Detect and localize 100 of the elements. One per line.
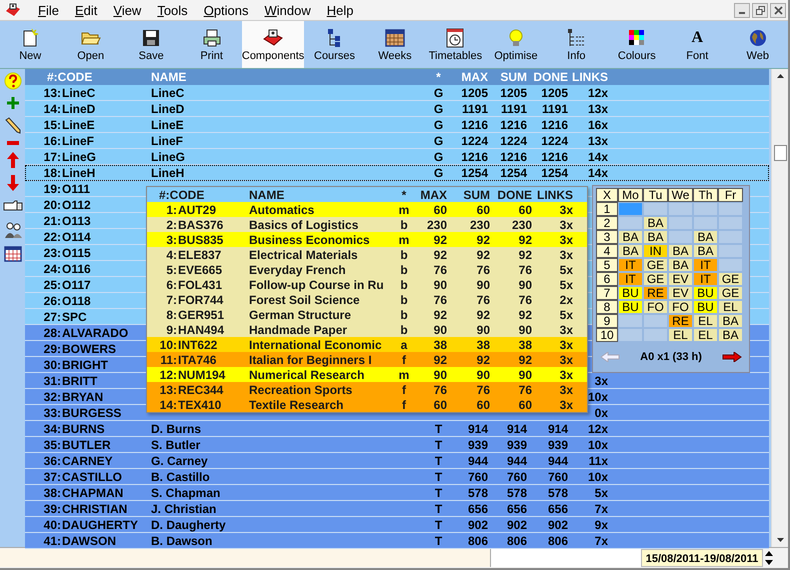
sum-cell: 806 bbox=[506, 534, 527, 548]
sum-cell: 76 bbox=[476, 292, 490, 306]
type-cell: b bbox=[400, 218, 408, 232]
type-cell: b bbox=[400, 292, 408, 306]
timetable-caption: A0 x1 (33 h) bbox=[640, 351, 702, 363]
font-icon: A bbox=[692, 29, 704, 47]
links-cell: 0x bbox=[594, 406, 608, 420]
type-cell: m bbox=[398, 232, 410, 246]
period-label: 7 bbox=[596, 286, 618, 300]
links-cell: 11x bbox=[588, 454, 608, 468]
max-cell: 92 bbox=[434, 232, 447, 246]
day-header: Tu bbox=[643, 188, 668, 202]
code-cell: FOL431 bbox=[178, 278, 222, 292]
day-header: Fr bbox=[718, 188, 743, 202]
links-cell: 10x bbox=[588, 438, 608, 452]
row-number: 8: bbox=[166, 308, 177, 322]
links-cell: 10x bbox=[588, 470, 608, 484]
links-cell: 3x bbox=[560, 368, 573, 382]
code-cell: AUT29 bbox=[178, 202, 216, 216]
row-number: 25: bbox=[44, 278, 61, 292]
code-cell: O115 bbox=[62, 246, 91, 260]
day-header: We bbox=[668, 188, 693, 202]
period-label: 9 bbox=[596, 314, 618, 328]
period-label: 10 bbox=[596, 328, 618, 342]
code-cell: GER951 bbox=[178, 308, 224, 322]
max-cell: 1205 bbox=[461, 86, 488, 100]
done-cell: 939 bbox=[548, 438, 568, 452]
sum-cell: 90 bbox=[476, 322, 490, 336]
type-cell: b bbox=[400, 308, 408, 322]
code-cell: LineE bbox=[62, 118, 95, 132]
links-cell: 5x bbox=[594, 486, 608, 500]
sum-cell: 92 bbox=[476, 352, 490, 366]
row-number: 22: bbox=[44, 230, 61, 244]
done-cell: 92 bbox=[518, 352, 532, 366]
row-number: 9: bbox=[166, 322, 177, 336]
max-cell: 1191 bbox=[462, 102, 488, 116]
done-cell: 92 bbox=[518, 248, 532, 262]
type-cell: a bbox=[400, 338, 408, 352]
sum-cell: 1254 bbox=[500, 166, 527, 180]
sum-cell: 944 bbox=[506, 454, 527, 468]
sum-cell: 656 bbox=[506, 502, 527, 516]
code-cell: CHAPMAN bbox=[62, 486, 124, 500]
row-number: 23: bbox=[44, 246, 61, 260]
row-number: 20: bbox=[44, 198, 61, 212]
code-cell: BURNS bbox=[62, 422, 105, 436]
name-cell: G. Carney bbox=[151, 454, 208, 468]
max-cell: 60 bbox=[434, 202, 447, 216]
sum-cell: 92 bbox=[476, 232, 490, 246]
type-cell: b bbox=[400, 248, 408, 262]
row-number: 13: bbox=[44, 86, 61, 100]
done-cell: 92 bbox=[518, 308, 532, 322]
type-cell: T bbox=[434, 534, 442, 548]
sum-cell: 939 bbox=[506, 438, 527, 452]
code-cell: BUS835 bbox=[178, 232, 224, 246]
row-number: 34: bbox=[44, 422, 61, 436]
done-cell: 90 bbox=[518, 322, 532, 336]
name-cell: Basics of Logistics bbox=[249, 218, 358, 232]
sum-cell: 1216 bbox=[500, 150, 527, 164]
sum-cell: 1224 bbox=[500, 134, 527, 148]
code-cell: INT622 bbox=[178, 338, 218, 352]
code-cell: DAUGHERTY bbox=[62, 518, 138, 532]
links-cell: 3x bbox=[560, 218, 573, 232]
sum-cell: 578 bbox=[506, 486, 527, 500]
done-cell: 92 bbox=[518, 232, 532, 246]
code-cell: DAWSON bbox=[62, 534, 116, 548]
row-number: 6: bbox=[166, 278, 177, 292]
type-cell: b bbox=[400, 278, 408, 292]
sum-cell: 90 bbox=[476, 368, 490, 382]
sum-cell: 38 bbox=[476, 338, 490, 352]
name-cell: LineC bbox=[151, 86, 184, 100]
max-cell: 90 bbox=[434, 322, 447, 336]
name-cell: German Structure bbox=[249, 308, 352, 322]
row-number: 4: bbox=[166, 248, 177, 262]
max-cell: 902 bbox=[468, 518, 488, 532]
row-number: 24: bbox=[44, 262, 61, 276]
max-cell: 76 bbox=[434, 262, 447, 276]
sum-cell: 92 bbox=[476, 248, 490, 262]
done-cell: 90 bbox=[518, 278, 532, 292]
type-cell: T bbox=[434, 470, 442, 484]
links-cell: 7x bbox=[594, 534, 608, 548]
max-cell: 92 bbox=[434, 352, 447, 366]
code-cell: HAN494 bbox=[178, 322, 224, 336]
name-cell: B. Castillo bbox=[151, 470, 210, 484]
type-cell: T bbox=[434, 502, 442, 516]
row-number: 28: bbox=[44, 326, 61, 340]
max-cell: 1216 bbox=[461, 150, 488, 164]
sum-cell: 92 bbox=[476, 308, 490, 322]
type-cell: b bbox=[400, 322, 408, 336]
row-number: 3: bbox=[166, 232, 177, 246]
name-cell: S. Butler bbox=[151, 438, 200, 452]
code-cell: NUM194 bbox=[178, 368, 226, 382]
links-cell: 3x bbox=[560, 382, 573, 396]
type-cell: G bbox=[434, 150, 444, 164]
links-cell: 3x bbox=[560, 352, 573, 366]
max-cell: 656 bbox=[468, 502, 488, 516]
row-number: 37: bbox=[44, 470, 61, 484]
code-cell: LineD bbox=[62, 102, 96, 116]
links-cell: 12x bbox=[588, 86, 608, 100]
name-cell: LineE bbox=[151, 118, 184, 132]
name-cell: D. Daugherty bbox=[151, 518, 226, 532]
